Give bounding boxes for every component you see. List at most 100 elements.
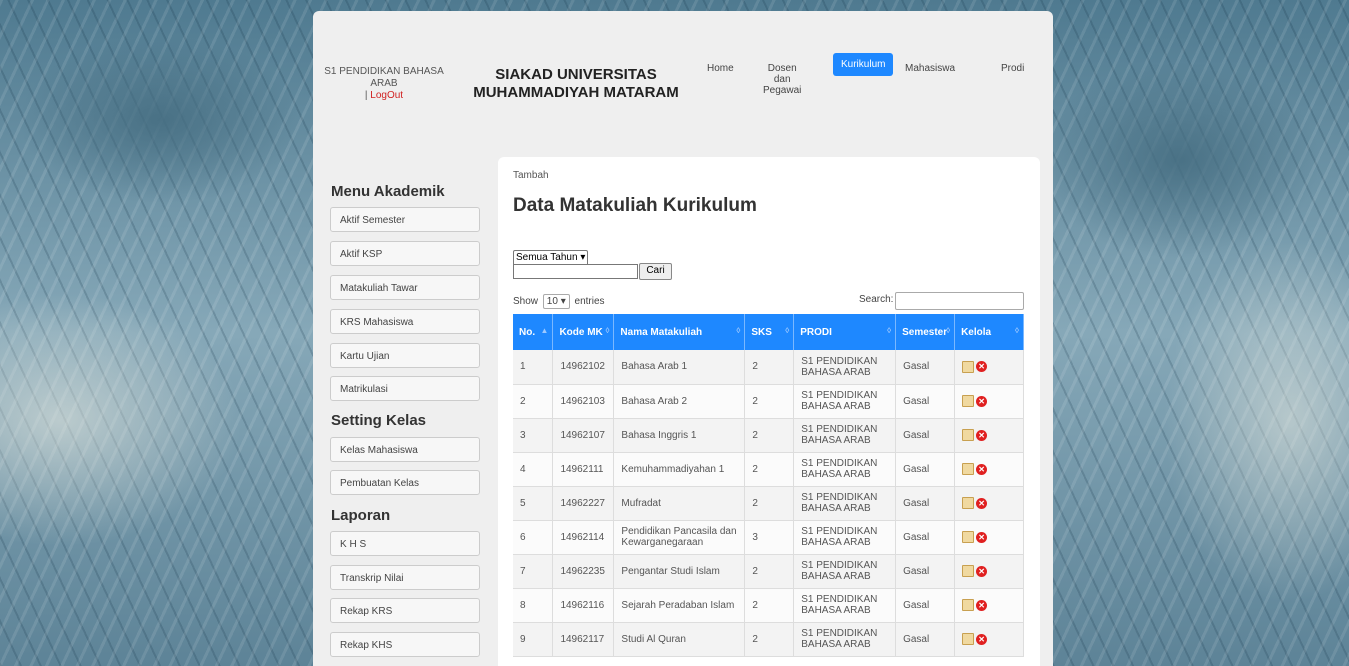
cell-semester: Gasal [895, 520, 956, 555]
cell-no: 8 [513, 588, 554, 623]
cell-no: 9 [513, 622, 554, 657]
delete-icon[interactable]: ✕ [976, 599, 988, 611]
cell-sks: 2 [744, 350, 795, 385]
delete-icon[interactable]: ✕ [976, 497, 988, 509]
col-header-sks[interactable]: SKS ◊ [744, 314, 795, 350]
tambah-link[interactable]: Tambah [513, 170, 549, 181]
nav-home[interactable]: Home [707, 63, 734, 74]
cell-semester: Gasal [895, 588, 956, 623]
sidebar-item-matrikulasi[interactable]: Matrikulasi [330, 376, 480, 401]
nav-mahasiswa[interactable]: Mahasiswa [905, 63, 955, 74]
separator: | [364, 90, 368, 101]
sort-icon: ▲ [540, 326, 549, 335]
cari-button[interactable]: Cari [639, 263, 672, 280]
cell-kode: 14962116 [552, 588, 615, 623]
edit-icon[interactable] [962, 463, 975, 475]
sort-icon: ◊ [736, 326, 741, 335]
sidebar-item-khs[interactable]: K H S [330, 531, 480, 556]
col-kelola-label: Kelola [961, 326, 992, 338]
cell-kelola: ✕ [954, 452, 1024, 487]
col-semester-label: Semester [902, 326, 948, 338]
matakuliah-table: No. ▲ Kode MK ◊ Nama Matakuliah ◊ SKS ◊ PROD… [513, 314, 1024, 657]
cell-no: 1 [513, 350, 554, 385]
logout-link[interactable]: LogOut [370, 90, 403, 101]
edit-icon[interactable] [962, 565, 975, 577]
user-program: S1 PENDIDIKAN BAHASA ARAB [324, 66, 444, 89]
edit-icon[interactable] [962, 360, 975, 373]
cell-prodi: S1 PENDIDIKAN BAHASA ARAB [793, 588, 897, 623]
nav-dosen-l2: dan [773, 74, 791, 85]
cell-kelola: ✕ [954, 554, 1024, 589]
edit-icon[interactable] [962, 395, 975, 407]
cell-kode: 14962103 [552, 384, 615, 419]
cell-nama: Sejarah Peradaban Islam [613, 588, 746, 623]
cell-kelola: ✕ [954, 384, 1024, 419]
sidebar-item-transkrip-nilai[interactable]: Transkrip Nilai [330, 565, 480, 590]
cell-no: 2 [513, 384, 554, 419]
col-nama-label: Nama Matakuliah [620, 326, 703, 338]
table-row: 3 14962107 Bahasa Inggris 1 2 S1 PENDIDI… [513, 418, 1024, 453]
edit-icon[interactable] [962, 429, 975, 441]
sidebar-item-kartu-ujian[interactable]: Kartu Ujian [330, 343, 480, 368]
cell-semester: Gasal [895, 486, 956, 521]
cell-kelola: ✕ [954, 622, 1024, 657]
sidebar-heading-akademik: Menu Akademik [331, 183, 445, 200]
col-header-no[interactable]: No. ▲ [513, 314, 554, 350]
app-title-line1: SIAKAD UNIVERSITAS [495, 66, 657, 83]
edit-icon[interactable] [962, 633, 975, 645]
cell-kode: 14962227 [552, 486, 615, 521]
col-sks-label: SKS [751, 326, 772, 338]
cell-semester: Gasal [895, 554, 956, 589]
cell-kode: 14962114 [552, 520, 615, 555]
edit-icon[interactable] [962, 497, 975, 509]
cell-semester: Gasal [895, 384, 956, 419]
sidebar-item-matakuliah-tawar[interactable]: Matakuliah Tawar [330, 275, 480, 300]
cell-nama: Bahasa Arab 1 [613, 350, 746, 385]
col-header-prodi[interactable]: PRODI ◊ [793, 314, 897, 350]
table-row: 1 14962102 Bahasa Arab 1 2 S1 PENDIDIKAN… [513, 350, 1024, 385]
delete-icon[interactable]: ✕ [976, 395, 988, 407]
cell-semester: Gasal [895, 622, 956, 657]
search-input[interactable] [895, 292, 1024, 310]
cell-kelola: ✕ [954, 520, 1024, 555]
nav-kurikulum[interactable]: Kurikulum [833, 53, 894, 76]
app-title-line2: MUHAMMADIYAH MATARAM [473, 84, 679, 101]
sidebar-item-rekap-khs[interactable]: Rekap KHS [330, 632, 480, 657]
cell-sks: 2 [744, 418, 795, 453]
nav-prodi[interactable]: Prodi [1001, 63, 1024, 74]
entries-control: Show 10 ▾ entries [513, 294, 605, 309]
cell-prodi: S1 PENDIDIKAN BAHASA ARAB [793, 486, 897, 521]
sidebar-item-rekap-krs[interactable]: Rekap KRS [330, 598, 480, 623]
edit-icon[interactable] [962, 599, 975, 611]
cell-prodi: S1 PENDIDIKAN BAHASA ARAB [793, 350, 897, 385]
cell-semester: Gasal [895, 452, 956, 487]
cell-kelola: ✕ [954, 418, 1024, 453]
sidebar-item-aktif-semester[interactable]: Aktif Semester [330, 207, 480, 232]
sidebar-item-pembuatan-kelas[interactable]: Pembuatan Kelas [330, 470, 480, 495]
sidebar-item-krs-mahasiswa[interactable]: KRS Mahasiswa [330, 309, 480, 334]
delete-icon[interactable]: ✕ [976, 633, 988, 645]
filter-input[interactable] [513, 264, 638, 279]
sidebar-item-aktif-ksp[interactable]: Aktif KSP [330, 241, 480, 266]
edit-icon[interactable] [962, 531, 975, 543]
delete-icon[interactable]: ✕ [976, 531, 988, 543]
delete-icon[interactable]: ✕ [976, 463, 988, 475]
cell-sks: 2 [744, 486, 795, 521]
col-kode-label: Kode MK [559, 326, 603, 338]
table-row: 9 14962117 Studi Al Quran 2 S1 PENDIDIKA… [513, 622, 1024, 657]
nav-dosen[interactable]: Dosen dan Pegawai [763, 63, 801, 96]
col-header-kelola[interactable]: Kelola ◊ [954, 314, 1024, 350]
cell-prodi: S1 PENDIDIKAN BAHASA ARAB [793, 418, 897, 453]
entries-select[interactable]: 10 ▾ [542, 294, 570, 309]
col-header-nama[interactable]: Nama Matakuliah ◊ [613, 314, 746, 350]
delete-icon[interactable]: ✕ [976, 565, 988, 577]
cell-sks: 2 [744, 554, 795, 589]
col-header-kode[interactable]: Kode MK ◊ [552, 314, 615, 350]
cell-nama: Pengantar Studi Islam [613, 554, 746, 589]
delete-icon[interactable]: ✕ [976, 361, 988, 373]
sidebar-item-kelas-mahasiswa[interactable]: Kelas Mahasiswa [330, 437, 480, 462]
col-header-semester[interactable]: Semester ◊ [895, 314, 956, 350]
show-label: Show [513, 296, 539, 307]
delete-icon[interactable]: ✕ [976, 429, 988, 441]
sidebar-heading-laporan: Laporan [331, 507, 391, 524]
